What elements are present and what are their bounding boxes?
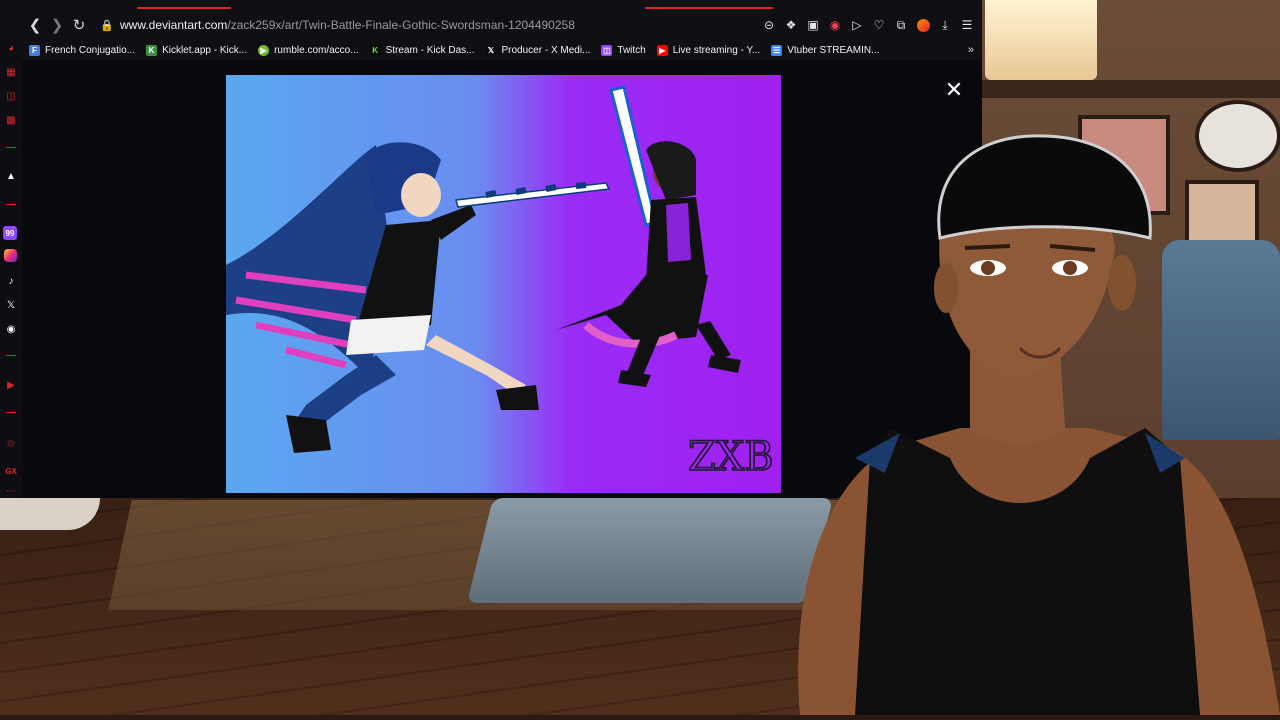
bookmark-kicklet[interactable]: K Kicklet.app - Kick...: [146, 44, 247, 56]
vtuber-avatar: [760, 128, 1280, 715]
x-icon: 𝕏: [485, 44, 497, 56]
twitch-icon[interactable]: ◫: [3, 88, 19, 104]
aria-icon[interactable]: ▲: [3, 168, 19, 184]
discord-icon[interactable]: ◉: [3, 321, 19, 337]
docs-icon: ☰: [771, 44, 783, 56]
reload-icon[interactable]: ↻: [68, 14, 90, 36]
gx-icon[interactable]: GX: [3, 463, 19, 479]
heart-icon[interactable]: ♡: [870, 16, 888, 34]
close-icon[interactable]: ✕: [942, 77, 966, 102]
back-icon[interactable]: ❮: [24, 14, 46, 36]
bookmark-twitch[interactable]: ◫ Twitch: [601, 44, 646, 56]
tab-indicator[interactable]: [137, 7, 231, 9]
bookmark-docs[interactable]: ☰ Vtuber STREAMIN...: [771, 44, 879, 56]
settings-icon[interactable]: ⚙: [3, 436, 19, 452]
toolbar-actions: ⊝ ❖ ▣ ◉ ▷ ♡ ⧉ ⤓ ☰: [760, 10, 976, 40]
lock-icon[interactable]: 🔒: [100, 18, 114, 32]
wall-beam: [980, 80, 1280, 98]
bookmark-icon: F: [29, 44, 40, 56]
tab-indicator-active[interactable]: [645, 7, 773, 9]
music-icon[interactable]: ▩: [3, 112, 19, 128]
profile-icon[interactable]: [914, 16, 932, 34]
pocket-icon[interactable]: ◉: [826, 16, 844, 34]
bookmark-x[interactable]: 𝕏 Producer - X Medi...: [485, 44, 590, 56]
snapshot-icon[interactable]: ▣: [804, 16, 822, 34]
rumble-icon: ▶: [258, 44, 270, 56]
pin-icon[interactable]: ❖: [782, 16, 800, 34]
chevron-right-icon[interactable]: »: [968, 40, 974, 60]
bag-icon[interactable]: ▦: [3, 64, 19, 80]
tab-strip: [0, 0, 982, 10]
browser-toolbar: ❮ ❯ ↻ 🔒 www.deviantart.com/zack259x/art/…: [0, 10, 982, 40]
bookmarks-bar: F French Conjugatio... K Kicklet.app - Kic…: [0, 40, 982, 60]
tiktok-icon[interactable]: ♪: [3, 273, 19, 289]
twitch-icon: ◫: [601, 44, 613, 56]
speed-dial-icon[interactable]: ◕: [3, 40, 19, 56]
send-icon[interactable]: ▷: [848, 16, 866, 34]
ceiling-light: [985, 0, 1097, 80]
address-bar[interactable]: www.deviantart.com/zack259x/art/Twin-Bat…: [120, 18, 575, 32]
bookmark-rumble[interactable]: ▶ rumble.com/acco...: [258, 44, 359, 56]
zoom-out-icon[interactable]: ⊝: [760, 16, 778, 34]
bookmark-french[interactable]: F French Conjugatio...: [29, 44, 135, 56]
bookmark-icon: K: [146, 44, 158, 56]
forward-icon[interactable]: ❯: [46, 14, 68, 36]
bookmark-kick[interactable]: K Stream - Kick Das...: [369, 44, 474, 56]
avatar-figure: [798, 134, 1280, 715]
bookmark-youtube[interactable]: ▶ Live streaming - Y...: [656, 44, 760, 56]
browser-sidebar: ◕ ▦ ◫ ▩ ▲ 99 ♪ 𝕏 ◉ ▶ ⚙ GX ⋯: [0, 40, 22, 498]
player-icon[interactable]: ▶: [3, 377, 19, 393]
extensions-icon[interactable]: ⧉: [892, 16, 910, 34]
instagram-icon[interactable]: [4, 249, 17, 262]
x-icon[interactable]: 𝕏: [3, 297, 19, 313]
menu-icon[interactable]: ☰: [958, 16, 976, 34]
download-icon[interactable]: ⤓: [936, 16, 954, 34]
youtube-icon: ▶: [656, 44, 668, 56]
kick-icon: K: [369, 44, 381, 56]
twitch-badge-icon[interactable]: 99: [3, 226, 17, 240]
artwork-image[interactable]: ZXB: [226, 75, 781, 493]
more-icon[interactable]: ⋯: [3, 486, 19, 497]
artwork-illustration: ZXB: [226, 75, 781, 493]
